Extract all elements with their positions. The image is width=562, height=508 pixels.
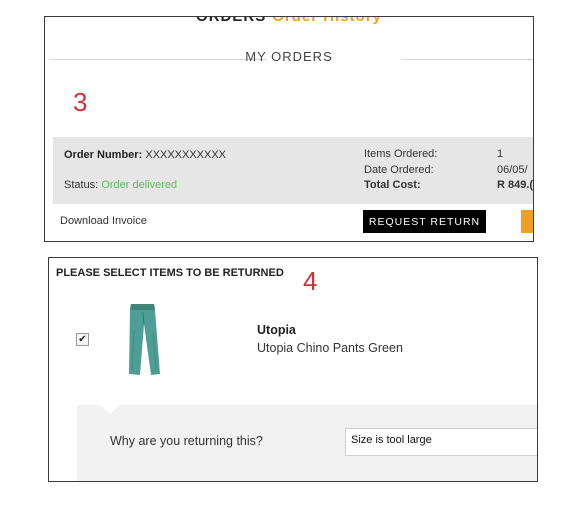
step-number: 3 <box>73 87 88 117</box>
status-value: Order delivered <box>101 179 178 191</box>
return-reason-label: Why are you returning this? <box>110 434 263 448</box>
checkmark-icon: ✔ <box>78 334 87 345</box>
order-status: Status: Order delivered <box>64 179 177 191</box>
product-description: Utopia Chino Pants Green <box>257 341 403 355</box>
request-return-button[interactable]: REQUEST RETURN <box>363 210 486 233</box>
pointer-notch <box>100 405 120 414</box>
orange-action-button[interactable] <box>521 210 533 233</box>
my-orders-header: MY ORDERS <box>45 49 533 69</box>
return-reason-input[interactable]: Size is tool large <box>345 428 537 456</box>
download-invoice-link[interactable]: Download Invoice <box>60 215 147 227</box>
items-ordered-value: 1 <box>497 148 504 160</box>
date-ordered-value: 06/05/ <box>497 164 528 176</box>
order-number-label: Order Number: <box>64 149 143 161</box>
date-ordered-label: Date Ordered: <box>364 164 434 176</box>
orders-panel: ORDERS Order History MY ORDERS 3 Order Nu… <box>44 16 534 242</box>
breadcrumb-order-history[interactable]: Order History <box>272 17 382 25</box>
breadcrumb-orders[interactable]: ORDERS <box>196 17 266 25</box>
order-summary: Order Number: XXXXXXXXXXX Status: Order … <box>53 137 534 204</box>
total-cost-value: R 849.( <box>497 179 534 191</box>
breadcrumb: ORDERS Order History <box>45 17 533 25</box>
return-title: PLEASE SELECT ITEMS TO BE RETURNED <box>56 267 284 279</box>
step-number: 4 <box>303 266 318 296</box>
product-image <box>129 304 160 375</box>
return-items-panel: PLEASE SELECT ITEMS TO BE RETURNED 4 ✔ U… <box>48 257 538 482</box>
product-name: Utopia <box>257 323 296 337</box>
order-number: Order Number: XXXXXXXXXXX <box>64 149 226 161</box>
total-cost-label: Total Cost: <box>364 179 421 191</box>
status-label: Status: <box>64 179 99 191</box>
order-number-value: XXXXXXXXXXX <box>145 149 227 161</box>
items-ordered-label: Items Ordered: <box>364 148 438 160</box>
section-title: MY ORDERS <box>245 49 333 64</box>
item-checkbox[interactable]: ✔ <box>76 333 89 346</box>
